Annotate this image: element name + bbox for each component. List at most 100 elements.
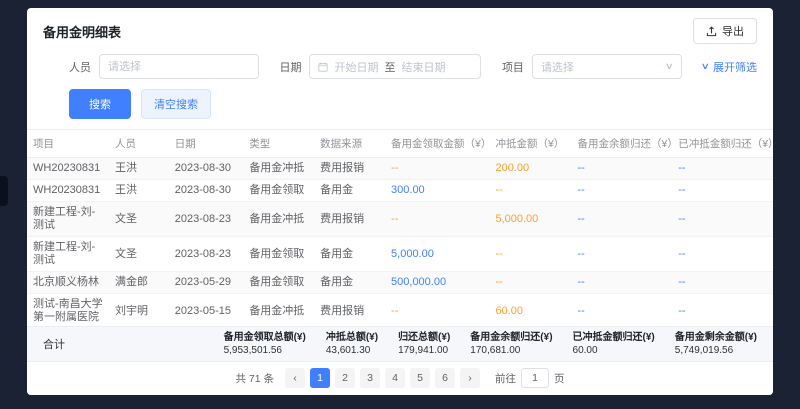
summary-stat-value: 5,953,501.56 (224, 344, 306, 357)
cell-amount-offset: 60.00 (489, 294, 571, 327)
cell-type: 备用金领取 (243, 237, 314, 272)
cell-type: 备用金领取 (243, 180, 314, 202)
page-button-5[interactable]: 5 (410, 368, 430, 388)
expand-chevron-icon: ∨ (701, 61, 710, 72)
cell-amount-balance-returned: -- (572, 158, 673, 180)
page-button-3[interactable]: 3 (360, 368, 380, 388)
table-row[interactable]: 测试-南昌大学第一附属医院刘宇明2023-05-15备用金冲抵费用报销 --60.… (27, 294, 773, 327)
column-header: 类型 (243, 130, 314, 158)
cell-amount-offset: 5,000.00 (489, 202, 571, 237)
clear-search-button[interactable]: 清空搜索 (141, 89, 211, 119)
summary-stat-label: 备用金剩余金额(¥) (675, 331, 757, 344)
cell-date: 2023-05-15 (169, 294, 244, 327)
column-header: 人员 (109, 130, 169, 158)
goto-page-suffix: 页 (554, 371, 565, 386)
summary-stat: 归还总额(¥)179,941.00 (398, 331, 450, 357)
cell-amount-offset: -- (489, 237, 571, 272)
page-button-6[interactable]: 6 (435, 368, 455, 388)
table-row[interactable]: 新建工程-刘-测试文圣2023-08-23备用金领取备用金5,000.00---… (27, 237, 773, 272)
page-background: 备用金明细表 导出 人员 日期 开始日期 至 (0, 0, 800, 409)
summary-stat-value: 60.00 (573, 344, 655, 357)
date-filter-label: 日期 (279, 59, 301, 75)
cell-date: 2023-08-30 (169, 180, 244, 202)
summary-stat: 冲抵总额(¥)43,601.30 (326, 331, 378, 357)
column-header: 备用金领取金额（¥） (385, 130, 489, 158)
goto-label: 前往 (495, 371, 516, 386)
cell-amount-received: 500,000.00 (385, 272, 489, 294)
pagination-bar: 共 71 条 ‹ 123456 › 前往 页 (27, 362, 773, 395)
date-start-placeholder: 开始日期 (334, 59, 378, 75)
person-filter-label: 人员 (69, 59, 91, 75)
page-button-2[interactable]: 2 (335, 368, 355, 388)
page-list: 123456 (310, 368, 455, 388)
total-label: 合计 (43, 336, 65, 352)
search-button[interactable]: 搜索 (69, 89, 131, 119)
summary-stat: 已冲抵金额归还(¥)60.00 (573, 331, 655, 357)
cell-date: 2023-08-23 (169, 202, 244, 237)
filter-bar: 人员 日期 开始日期 至 结束日期 项目 请选择 ∨ (27, 52, 773, 89)
expand-filter-label: 展开筛选 (713, 59, 757, 75)
summary-stat-value: 43,601.30 (326, 344, 378, 357)
cell-source: 备用金 (314, 272, 385, 294)
cell-date: 2023-05-29 (169, 272, 244, 294)
cell-amount-balance-returned: -- (572, 180, 673, 202)
expand-filter-link[interactable]: ∨ 展开筛选 (702, 59, 757, 75)
cell-person: 刘宇明 (109, 294, 169, 327)
cell-source: 费用报销 (314, 294, 385, 327)
page-button-4[interactable]: 4 (385, 368, 405, 388)
summary-stat-value: 170,681.00 (470, 344, 552, 357)
date-range-picker[interactable]: 开始日期 至 结束日期 (309, 54, 481, 79)
cell-source: 备用金 (314, 180, 385, 202)
project-select[interactable]: 请选择 ∨ (532, 54, 682, 79)
column-header: 日期 (169, 130, 244, 158)
column-header: 备用金余额归还（¥） (572, 130, 673, 158)
cell-project: 测试-南昌大学第一附属医院 (27, 294, 109, 327)
cell-person: 王洪 (109, 158, 169, 180)
table-row[interactable]: WH20230831王洪2023-08-30备用金冲抵费用报销--200.00-… (27, 158, 773, 180)
project-select-placeholder: 请选择 (541, 59, 574, 75)
summary-stat-value: 179,941.00 (398, 344, 450, 357)
summary-row: 合计 备用金领取总额(¥)5,953,501.56 冲抵总额(¥)43,601.3… (27, 326, 773, 362)
table-row[interactable]: 新建工程-刘-测试文圣2023-08-23备用金冲抵费用报销--5,000.00… (27, 202, 773, 237)
person-select-input[interactable] (99, 54, 259, 79)
column-header: 项目 (27, 130, 109, 158)
cell-amount-offset-returned: -- (672, 202, 773, 237)
project-filter-label: 项目 (502, 59, 524, 75)
cell-date: 2023-08-30 (169, 158, 244, 180)
cell-amount-offset: -- (489, 272, 571, 294)
cell-amount-received: -- (385, 202, 489, 237)
summary-stat: 备用金余额归还(¥)170,681.00 (470, 331, 552, 357)
total-count: 共 71 条 (235, 371, 274, 386)
table-row[interactable]: 北京顺义杨林满金郎2023-05-29备用金领取备用金500,000.00---… (27, 272, 773, 294)
cell-date: 2023-08-23 (169, 237, 244, 272)
page-button-1[interactable]: 1 (310, 368, 330, 388)
summary-stat-value: 5,749,019.56 (675, 344, 757, 357)
cell-person: 王洪 (109, 180, 169, 202)
cell-type: 备用金冲抵 (243, 294, 314, 327)
table-row[interactable]: WH20230831王洪2023-08-30备用金领取备用金300.00----… (27, 180, 773, 202)
data-table: 项目人员日期类型数据来源备用金领取金额（¥）冲抵金额（¥）备用金余额归还（¥）已… (27, 129, 773, 326)
export-button[interactable]: 导出 (693, 18, 757, 44)
cell-type: 备用金领取 (243, 272, 314, 294)
sidebar-collapse-handle[interactable] (0, 176, 8, 206)
column-header: 已冲抵金额归还（¥） (672, 130, 773, 158)
cell-amount-offset-returned: -- (672, 158, 773, 180)
cell-person: 满金郎 (109, 272, 169, 294)
cell-amount-received: 5,000.00 (385, 237, 489, 272)
cell-source: 备用金 (314, 237, 385, 272)
summary-stat-label: 备用金领取总额(¥) (224, 331, 306, 344)
cell-amount-balance-returned: -- (572, 294, 673, 327)
cell-project: 北京顺义杨林 (27, 272, 109, 294)
card-header: 备用金明细表 导出 (27, 8, 773, 52)
goto-page-input[interactable] (521, 368, 549, 388)
next-page-button[interactable]: › (460, 368, 480, 388)
search-actions: 搜索 清空搜索 (27, 89, 773, 129)
cell-person: 文圣 (109, 237, 169, 272)
calendar-icon (318, 62, 328, 72)
cell-amount-offset: 200.00 (489, 158, 571, 180)
summary-stat-label: 冲抵总额(¥) (326, 331, 378, 344)
export-button-label: 导出 (722, 23, 744, 39)
prev-page-button[interactable]: ‹ (285, 368, 305, 388)
column-header: 冲抵金额（¥） (489, 130, 571, 158)
chevron-down-icon: ∨ (665, 61, 674, 72)
